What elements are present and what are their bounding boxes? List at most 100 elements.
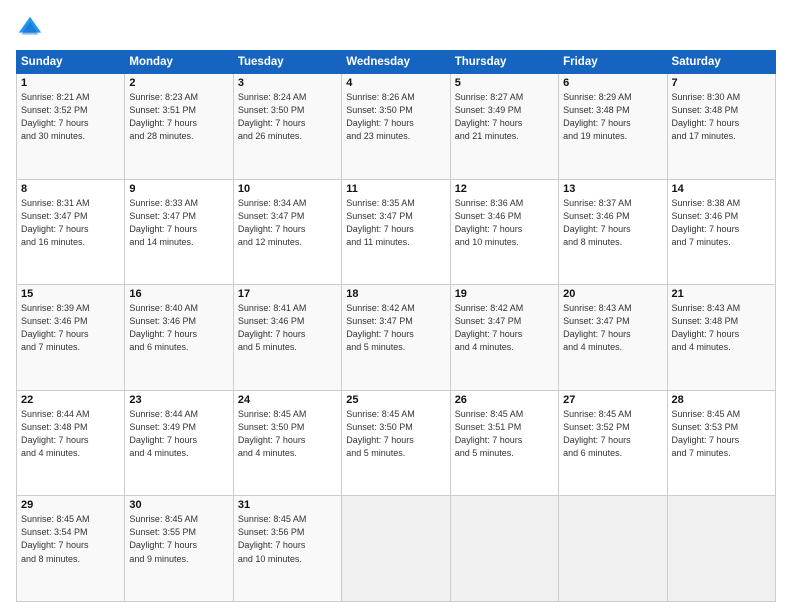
day-number: 26 [455, 394, 554, 406]
day-number: 9 [129, 183, 228, 195]
calendar-cell: 19 Sunrise: 8:42 AMSunset: 3:47 PMDayligh… [450, 285, 558, 391]
logo [16, 14, 48, 42]
cell-info: Sunrise: 8:36 AMSunset: 3:46 PMDaylight:… [455, 197, 554, 249]
day-number: 27 [563, 394, 662, 406]
calendar-cell [342, 496, 450, 602]
calendar-cell: 20 Sunrise: 8:43 AMSunset: 3:47 PMDayligh… [559, 285, 667, 391]
cell-info: Sunrise: 8:37 AMSunset: 3:46 PMDaylight:… [563, 197, 662, 249]
calendar-cell: 18Sunrise: 8:42 AMSunset: 3:47 PMDayligh… [342, 285, 450, 391]
day-number: 13 [563, 183, 662, 195]
calendar-cell: 5 Sunrise: 8:27 AMSunset: 3:49 PMDaylight… [450, 74, 558, 180]
day-number: 19 [455, 288, 554, 300]
calendar-cell: 3Sunrise: 8:24 AMSunset: 3:50 PMDaylight… [233, 74, 341, 180]
day-number: 12 [455, 183, 554, 195]
cell-info: Sunrise: 8:26 AMSunset: 3:50 PMDaylight:… [346, 91, 445, 143]
day-number: 15 [21, 288, 120, 300]
day-header-tuesday: Tuesday [233, 51, 341, 74]
day-number: 10 [238, 183, 337, 195]
day-number: 4 [346, 77, 445, 89]
day-number: 5 [455, 77, 554, 89]
day-number: 14 [672, 183, 771, 195]
cell-info: Sunrise: 8:45 AMSunset: 3:52 PMDaylight:… [563, 408, 662, 460]
cell-info: Sunrise: 8:45 AMSunset: 3:51 PMDaylight:… [455, 408, 554, 460]
day-number: 31 [238, 499, 337, 511]
calendar-cell: 17 Sunrise: 8:41 AMSunset: 3:46 PMDayligh… [233, 285, 341, 391]
calendar-cell [559, 496, 667, 602]
day-number: 22 [21, 394, 120, 406]
day-header-monday: Monday [125, 51, 233, 74]
day-number: 23 [129, 394, 228, 406]
cell-info: Sunrise: 8:45 AMSunset: 3:50 PMDaylight:… [346, 408, 445, 460]
calendar-cell: 2Sunrise: 8:23 AMSunset: 3:51 PMDaylight… [125, 74, 233, 180]
cell-info: Sunrise: 8:39 AMSunset: 3:46 PMDaylight:… [21, 302, 120, 354]
cell-info: Sunrise: 8:45 AMSunset: 3:54 PMDaylight:… [21, 513, 120, 565]
calendar-week-1: 1 Sunrise: 8:21 AMSunset: 3:52 PMDaylight… [17, 74, 776, 180]
day-header-thursday: Thursday [450, 51, 558, 74]
cell-info: Sunrise: 8:43 AMSunset: 3:47 PMDaylight:… [563, 302, 662, 354]
calendar-cell: 29Sunrise: 8:45 AMSunset: 3:54 PMDayligh… [17, 496, 125, 602]
cell-info: Sunrise: 8:23 AMSunset: 3:51 PMDaylight:… [129, 91, 228, 143]
logo-icon [16, 14, 44, 42]
day-number: 20 [563, 288, 662, 300]
day-number: 17 [238, 288, 337, 300]
day-header-friday: Friday [559, 51, 667, 74]
day-number: 18 [346, 288, 445, 300]
cell-info: Sunrise: 8:44 AMSunset: 3:48 PMDaylight:… [21, 408, 120, 460]
day-number: 28 [672, 394, 771, 406]
day-header-wednesday: Wednesday [342, 51, 450, 74]
calendar-cell: 15 Sunrise: 8:39 AMSunset: 3:46 PMDayligh… [17, 285, 125, 391]
calendar-cell: 16Sunrise: 8:40 AMSunset: 3:46 PMDayligh… [125, 285, 233, 391]
cell-info: Sunrise: 8:30 AMSunset: 3:48 PMDaylight:… [672, 91, 771, 143]
page: SundayMondayTuesdayWednesdayThursdayFrid… [0, 0, 792, 612]
cell-info: Sunrise: 8:42 AMSunset: 3:47 PMDaylight:… [455, 302, 554, 354]
calendar-table: SundayMondayTuesdayWednesdayThursdayFrid… [16, 50, 776, 602]
cell-info: Sunrise: 8:21 AMSunset: 3:52 PMDaylight:… [21, 91, 120, 143]
cell-info: Sunrise: 8:24 AMSunset: 3:50 PMDaylight:… [238, 91, 337, 143]
cell-info: Sunrise: 8:29 AMSunset: 3:48 PMDaylight:… [563, 91, 662, 143]
calendar-cell: 23Sunrise: 8:44 AMSunset: 3:49 PMDayligh… [125, 390, 233, 496]
calendar-cell: 10Sunrise: 8:34 AMSunset: 3:47 PMDayligh… [233, 179, 341, 285]
calendar-cell: 11Sunrise: 8:35 AMSunset: 3:47 PMDayligh… [342, 179, 450, 285]
day-number: 7 [672, 77, 771, 89]
cell-info: Sunrise: 8:38 AMSunset: 3:46 PMDaylight:… [672, 197, 771, 249]
calendar-cell: 26 Sunrise: 8:45 AMSunset: 3:51 PMDayligh… [450, 390, 558, 496]
cell-info: Sunrise: 8:27 AMSunset: 3:49 PMDaylight:… [455, 91, 554, 143]
cell-info: Sunrise: 8:45 AMSunset: 3:56 PMDaylight:… [238, 513, 337, 565]
calendar-cell: 14 Sunrise: 8:38 AMSunset: 3:46 PMDayligh… [667, 179, 775, 285]
calendar-cell: 8 Sunrise: 8:31 AMSunset: 3:47 PMDaylight… [17, 179, 125, 285]
cell-info: Sunrise: 8:40 AMSunset: 3:46 PMDaylight:… [129, 302, 228, 354]
calendar-cell: 1 Sunrise: 8:21 AMSunset: 3:52 PMDaylight… [17, 74, 125, 180]
day-number: 8 [21, 183, 120, 195]
calendar-cell: 31 Sunrise: 8:45 AMSunset: 3:56 PMDayligh… [233, 496, 341, 602]
header [16, 14, 776, 42]
cell-info: Sunrise: 8:31 AMSunset: 3:47 PMDaylight:… [21, 197, 120, 249]
cell-info: Sunrise: 8:33 AMSunset: 3:47 PMDaylight:… [129, 197, 228, 249]
calendar-cell [667, 496, 775, 602]
calendar-header-row: SundayMondayTuesdayWednesdayThursdayFrid… [17, 51, 776, 74]
calendar-week-4: 22 Sunrise: 8:44 AMSunset: 3:48 PMDayligh… [17, 390, 776, 496]
cell-info: Sunrise: 8:35 AMSunset: 3:47 PMDaylight:… [346, 197, 445, 249]
day-number: 24 [238, 394, 337, 406]
calendar-cell: 22 Sunrise: 8:44 AMSunset: 3:48 PMDayligh… [17, 390, 125, 496]
day-number: 6 [563, 77, 662, 89]
calendar-cell [450, 496, 558, 602]
cell-info: Sunrise: 8:45 AMSunset: 3:53 PMDaylight:… [672, 408, 771, 460]
day-number: 30 [129, 499, 228, 511]
calendar-cell: 21Sunrise: 8:43 AMSunset: 3:48 PMDayligh… [667, 285, 775, 391]
calendar-cell: 9 Sunrise: 8:33 AMSunset: 3:47 PMDaylight… [125, 179, 233, 285]
calendar-cell: 30 Sunrise: 8:45 AMSunset: 3:55 PMDayligh… [125, 496, 233, 602]
cell-info: Sunrise: 8:45 AMSunset: 3:50 PMDaylight:… [238, 408, 337, 460]
day-header-sunday: Sunday [17, 51, 125, 74]
day-number: 1 [21, 77, 120, 89]
day-number: 25 [346, 394, 445, 406]
calendar-cell: 28 Sunrise: 8:45 AMSunset: 3:53 PMDayligh… [667, 390, 775, 496]
cell-info: Sunrise: 8:41 AMSunset: 3:46 PMDaylight:… [238, 302, 337, 354]
calendar-cell: 25 Sunrise: 8:45 AMSunset: 3:50 PMDayligh… [342, 390, 450, 496]
calendar-cell: 12 Sunrise: 8:36 AMSunset: 3:46 PMDayligh… [450, 179, 558, 285]
calendar-cell: 6 Sunrise: 8:29 AMSunset: 3:48 PMDaylight… [559, 74, 667, 180]
calendar-cell: 7 Sunrise: 8:30 AMSunset: 3:48 PMDaylight… [667, 74, 775, 180]
cell-info: Sunrise: 8:45 AMSunset: 3:55 PMDaylight:… [129, 513, 228, 565]
calendar-week-5: 29Sunrise: 8:45 AMSunset: 3:54 PMDayligh… [17, 496, 776, 602]
calendar-cell: 4 Sunrise: 8:26 AMSunset: 3:50 PMDaylight… [342, 74, 450, 180]
calendar-cell: 24 Sunrise: 8:45 AMSunset: 3:50 PMDayligh… [233, 390, 341, 496]
